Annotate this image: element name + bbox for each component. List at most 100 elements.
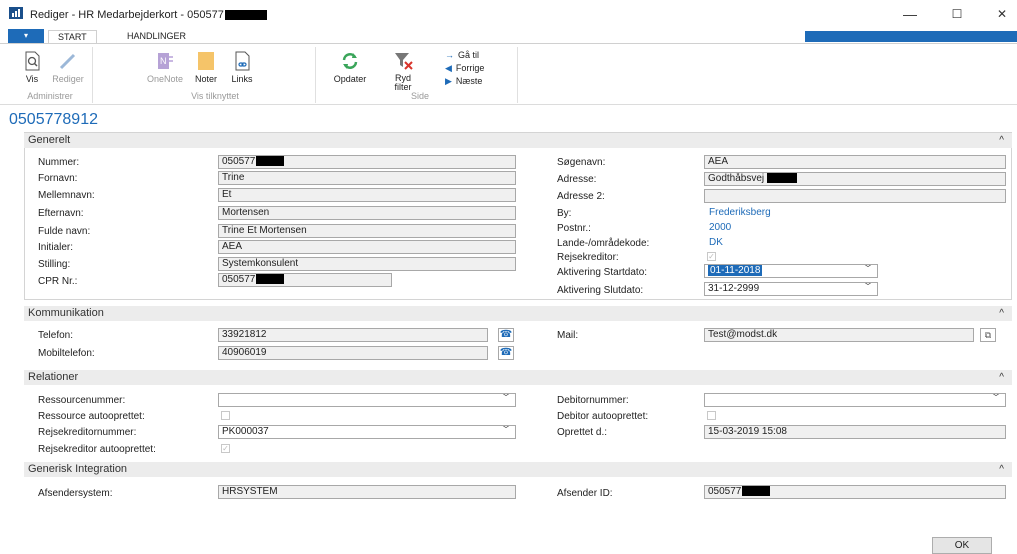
nummer-field[interactable]: 050577	[218, 155, 516, 169]
afsendersystem-field[interactable]: HRSYSTEM	[218, 485, 516, 499]
section-generelt-header[interactable]: Generelt ^	[24, 133, 1012, 148]
app-icon	[9, 7, 23, 19]
chevron-down-icon: ﹀	[991, 393, 1001, 404]
aktivering-slutdato-select[interactable]: 31-12-2999 ﹀	[704, 282, 878, 296]
send-mail-icon[interactable]: ⧉	[980, 328, 996, 342]
gaa-til-button[interactable]: → Gå til	[445, 50, 479, 60]
ribbon-separator	[315, 47, 316, 103]
ok-button[interactable]: OK	[932, 537, 992, 554]
label-lande: Lande-/områdekode:	[557, 238, 650, 249]
ribbon-separator	[92, 47, 93, 103]
label-debitor-auto: Debitor autooprettet:	[557, 411, 649, 422]
clear-filter-icon	[386, 50, 420, 72]
rejsekreditor-checkbox[interactable]: ✓	[707, 252, 716, 261]
label-debitornummer: Debitornummer:	[557, 395, 629, 406]
rejsekreditor-autooprettet-checkbox[interactable]: ✓	[221, 444, 230, 453]
label-fornavn: Fornavn:	[38, 173, 78, 184]
section-generisk-header[interactable]: Generisk Integration ^	[24, 462, 1012, 477]
lande-value[interactable]: DK	[709, 237, 723, 248]
collapse-chevron-icon[interactable]: ^	[999, 370, 1004, 385]
tab-handlinger[interactable]: HANDLINGER	[118, 30, 195, 43]
label-afsendersystem: Afsendersystem:	[38, 488, 113, 499]
postnr-value[interactable]: 2000	[709, 222, 731, 233]
redaction-block	[256, 156, 285, 167]
page-title: 0505778912	[9, 111, 98, 128]
label-rejsekreditor: Rejsekreditor:	[557, 252, 619, 263]
label-telefon: Telefon:	[38, 330, 74, 341]
stilling-field[interactable]: Systemkonsulent	[218, 257, 516, 271]
arrow-right-icon: →	[445, 50, 454, 60]
collapse-chevron-icon[interactable]: ^	[999, 462, 1004, 477]
fornavn-field[interactable]: Trine	[218, 171, 516, 185]
fulde-navn-field[interactable]: Trine Et Mortensen	[218, 224, 516, 238]
chevron-down-icon: ﹀	[501, 425, 511, 436]
soegenavn-field[interactable]: AEA	[704, 155, 1006, 169]
adresse-field[interactable]: Godthåbsvej	[704, 172, 1006, 186]
tab-start[interactable]: START	[48, 30, 97, 44]
naeste-button[interactable]: ▶ Næste	[445, 76, 482, 87]
redaction-block	[224, 10, 267, 21]
svg-text:N: N	[160, 56, 167, 66]
ribbon-separator	[517, 47, 518, 103]
mail-field[interactable]: Test@modst.dk	[704, 328, 974, 342]
label-postnr: Postnr.:	[557, 223, 591, 234]
rejsekreditornummer-select[interactable]: PK000037 ﹀	[218, 425, 516, 439]
redaction-block	[256, 274, 285, 285]
minimize-button[interactable]: —	[890, 2, 930, 26]
group-label-side: Side	[410, 91, 429, 101]
redaction-block	[767, 173, 798, 184]
adresse2-field[interactable]	[704, 189, 1006, 203]
chevron-down-icon: ﹀	[863, 282, 873, 293]
onenote-icon: N	[145, 50, 185, 72]
ryd-filter-button[interactable]: Ryd filter	[386, 50, 420, 92]
mobiltelefon-field[interactable]: 40906019	[218, 346, 488, 360]
ribbon-menu-button[interactable]: ▾	[8, 29, 44, 43]
label-mail: Mail:	[557, 330, 579, 341]
noter-button[interactable]: Noter	[186, 50, 226, 84]
label-aktivering-start: Aktivering Startdato:	[557, 267, 648, 278]
label-adresse2: Adresse 2:	[557, 191, 605, 202]
vis-button[interactable]: Vis	[12, 50, 52, 84]
collapse-chevron-icon[interactable]: ^	[999, 133, 1004, 148]
opdater-button[interactable]: Opdater	[330, 50, 370, 84]
onenote-button[interactable]: N OneNote	[145, 50, 185, 84]
phone-call-icon[interactable]: ☎	[498, 328, 514, 342]
triangle-left-icon: ◀	[445, 63, 452, 73]
afsender-id-field[interactable]: 050577	[704, 485, 1006, 499]
label-rejsekreditor-auto: Rejsekreditor autooprettet:	[38, 444, 156, 455]
debitornummer-select[interactable]: ﹀	[704, 393, 1006, 407]
window-title: Rediger - HR Medarbejderkort - 050577	[30, 9, 267, 21]
label-oprettet: Oprettet d.:	[557, 427, 608, 438]
debitor-autooprettet-checkbox[interactable]	[707, 411, 716, 420]
label-stilling: Stilling:	[38, 259, 71, 270]
cpr-field[interactable]: 050577	[218, 273, 392, 287]
ressource-autooprettet-checkbox[interactable]	[221, 411, 230, 420]
label-cpr: CPR Nr.:	[38, 276, 78, 287]
section-relationer-header[interactable]: Relationer ^	[24, 370, 1012, 385]
rediger-button[interactable]: Rediger	[48, 50, 88, 84]
label-nummer: Nummer:	[38, 157, 80, 168]
link-icon	[222, 50, 262, 72]
triangle-right-icon: ▶	[445, 76, 452, 86]
collapse-chevron-icon[interactable]: ^	[999, 306, 1004, 321]
phone-call-icon[interactable]: ☎	[498, 346, 514, 360]
forrige-button[interactable]: ◀ Forrige	[445, 63, 484, 74]
links-button[interactable]: Links	[222, 50, 262, 84]
mellemnavn-field[interactable]: Et	[218, 188, 516, 202]
telefon-field[interactable]: 33921812	[218, 328, 488, 342]
initialer-field[interactable]: AEA	[218, 240, 516, 254]
ressourcenummer-select[interactable]: ﹀	[218, 393, 516, 407]
help-icon[interactable]	[1008, 31, 1017, 41]
label-rejsekreditornummer: Rejsekreditornummer:	[38, 427, 137, 438]
section-kommunikation-header[interactable]: Kommunikation ^	[24, 306, 1012, 321]
aktivering-startdato-select[interactable]: 01-11-2018 ﹀	[704, 264, 878, 278]
efternavn-field[interactable]: Mortensen	[218, 206, 516, 220]
maximize-button[interactable]: ☐	[937, 2, 977, 26]
oprettet-field[interactable]: 15-03-2019 15:08	[704, 425, 1006, 439]
by-value[interactable]: Frederiksberg	[709, 207, 771, 218]
close-button[interactable]: ✕	[982, 2, 1017, 26]
label-fulde-navn: Fulde navn:	[38, 226, 91, 237]
edit-pencil-icon	[48, 50, 88, 72]
ribbon-status-strip	[805, 31, 1017, 42]
group-label-administrer: Administrer	[27, 91, 73, 101]
